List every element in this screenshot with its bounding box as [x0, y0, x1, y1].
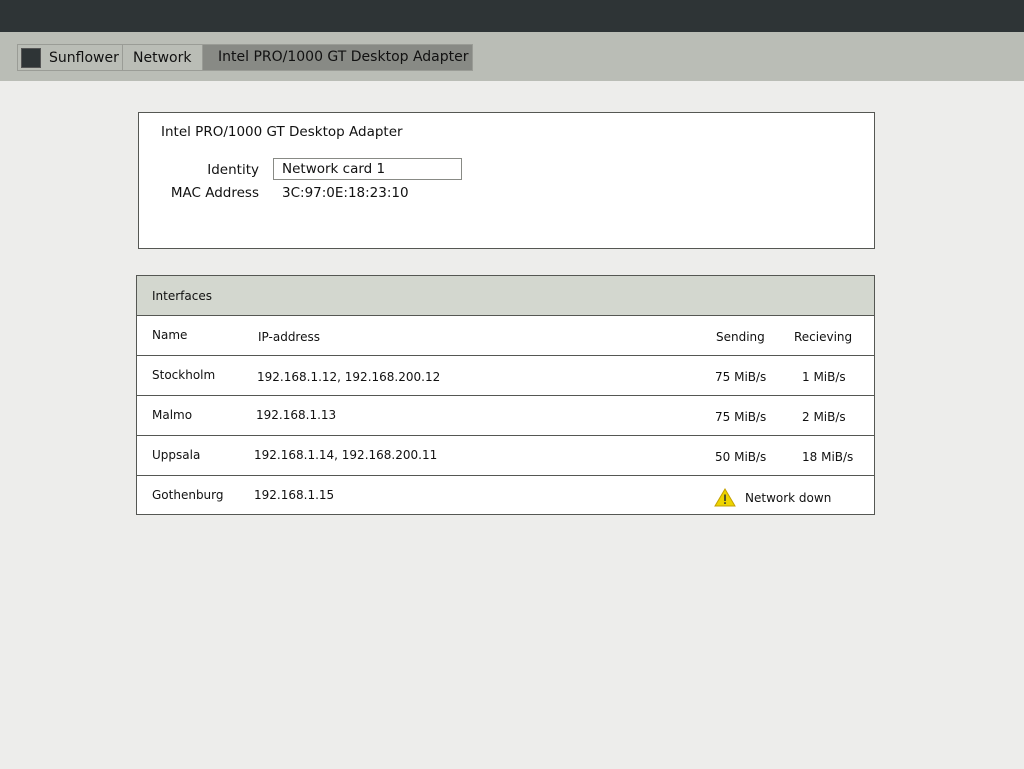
interface-sending: 75 MiB/s [715, 410, 767, 424]
identity-label: Identity [207, 162, 259, 178]
breadcrumb-home-label: Sunflower [49, 50, 119, 66]
column-header-name: Name [152, 328, 188, 342]
table-row[interactable]: Stockholm 192.168.1.12, 192.168.200.12 7… [137, 356, 874, 396]
interface-receiving: 1 MiB/s [802, 370, 846, 384]
column-header-sending: Sending [716, 330, 765, 344]
mac-address-label: MAC Address [170, 185, 259, 201]
column-header-receiving: Recieving [794, 330, 853, 344]
breadcrumb-network-label: Network [133, 50, 192, 66]
breadcrumb-item-adapter[interactable]: Intel PRO/1000 GT Desktop Adapter [202, 44, 473, 71]
top-bar [0, 0, 1024, 32]
column-header-ip: IP-address [258, 330, 320, 344]
interface-ip: 192.168.1.14, 192.168.200.11 [254, 448, 438, 462]
interface-name: Uppsala [152, 448, 201, 462]
interface-ip: 192.168.1.13 [256, 408, 337, 422]
interface-name: Stockholm [152, 368, 216, 382]
breadcrumb-item-home[interactable]: Sunflower [17, 44, 123, 71]
breadcrumb-adapter-label: Intel PRO/1000 GT Desktop Adapter [218, 49, 469, 65]
interfaces-title: Interfaces [152, 289, 212, 303]
home-icon [21, 48, 41, 68]
interface-sending: 50 MiB/s [715, 450, 767, 464]
identity-input[interactable] [273, 158, 462, 180]
table-row[interactable]: Gothenburg 192.168.1.15 Network down [137, 476, 874, 516]
mac-address-value: 3C:97:0E:18:23:10 [282, 185, 409, 201]
interface-receiving: 2 MiB/s [802, 410, 846, 424]
interface-sending: 75 MiB/s [715, 370, 767, 384]
interfaces-table: Interfaces Name IP-address Sending Recie… [136, 275, 875, 515]
interface-status: Network down [745, 491, 832, 505]
interface-receiving: 18 MiB/s [802, 450, 854, 464]
interface-name: Malmo [152, 408, 193, 422]
interfaces-header: Interfaces [137, 276, 874, 316]
breadcrumb-item-network[interactable]: Network [122, 44, 203, 71]
warning-icon [714, 488, 736, 507]
interface-ip: 192.168.1.15 [254, 488, 335, 502]
adapter-title: Intel PRO/1000 GT Desktop Adapter [161, 124, 403, 140]
table-row[interactable]: Malmo 192.168.1.13 75 MiB/s 2 MiB/s [137, 396, 874, 436]
breadcrumb: Sunflower Network Intel PRO/1000 GT Desk… [0, 32, 1024, 81]
interface-name: Gothenburg [152, 488, 224, 502]
table-row[interactable]: Uppsala 192.168.1.14, 192.168.200.11 50 … [137, 436, 874, 476]
column-header-row: Name IP-address Sending Recieving [137, 316, 874, 356]
interface-ip: 192.168.1.12, 192.168.200.12 [257, 370, 441, 384]
adapter-card: Intel PRO/1000 GT Desktop Adapter Identi… [138, 112, 875, 249]
